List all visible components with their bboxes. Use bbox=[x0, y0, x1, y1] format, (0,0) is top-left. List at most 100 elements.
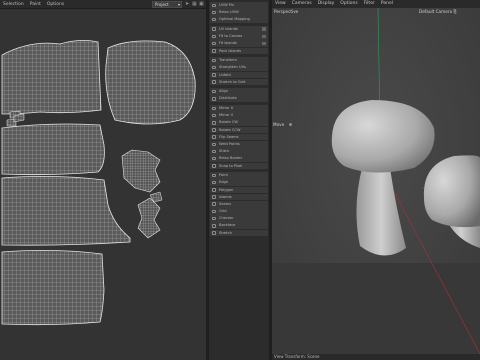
unfold-icon bbox=[212, 73, 216, 77]
tool-group: Point Edge Polygon Islands Seams Grid Ch… bbox=[210, 172, 268, 237]
tool-button[interactable]: Edge bbox=[210, 179, 268, 186]
tool-button[interactable]: Backface bbox=[210, 222, 268, 230]
snap-icon bbox=[212, 164, 216, 168]
menu-view[interactable]: View bbox=[272, 0, 289, 8]
tool-button[interactable]: Grid bbox=[210, 208, 268, 215]
pin-icon bbox=[212, 3, 216, 8]
flip-icon bbox=[212, 135, 216, 139]
distribute-icon bbox=[212, 96, 216, 101]
tool-button[interactable]: Fit to Canvas bbox=[210, 33, 268, 40]
camera-icon: ⎘ bbox=[453, 9, 457, 14]
menu-paint[interactable]: Paint bbox=[27, 0, 44, 8]
mirror-v-icon bbox=[212, 113, 216, 118]
option-checkbox[interactable] bbox=[262, 41, 266, 46]
perspective-label[interactable]: Perspective bbox=[274, 9, 298, 14]
tool-group: Mirror U Mirror V Rotate CW Rotate CCW F… bbox=[210, 105, 268, 170]
weld-icon bbox=[212, 142, 216, 147]
menu-options[interactable]: Options bbox=[337, 0, 360, 8]
uv-editor-panel: Selection Paint Options Project ➤ ▦ ▣ bbox=[0, 0, 206, 360]
tool-group: UV Islands Fit to Canvas Fit Islands Pac… bbox=[210, 25, 268, 55]
tool-button[interactable]: UV Islands bbox=[210, 25, 268, 33]
tool-button[interactable]: Snap to Pixel bbox=[210, 162, 268, 170]
mapping-icon bbox=[212, 17, 216, 22]
viewport-panel: View Cameras Display Options Filter Pane… bbox=[272, 0, 480, 360]
grid-icon[interactable]: ▦ bbox=[192, 1, 197, 7]
border-icon bbox=[212, 156, 216, 161]
uv-island bbox=[1, 123, 105, 176]
rotate-cw-icon bbox=[212, 120, 216, 125]
point-icon bbox=[212, 173, 216, 178]
uv-toolbar-icons: ➤ ▦ ▣ bbox=[185, 1, 204, 7]
menu-panel[interactable]: Panel bbox=[378, 0, 396, 8]
transform-icon bbox=[212, 58, 216, 63]
move-label: Move ⊕ bbox=[273, 122, 292, 127]
tool-button[interactable]: Weld Points bbox=[210, 141, 268, 148]
menu-display[interactable]: Display bbox=[315, 0, 338, 8]
pin-icon: ⊕ bbox=[288, 122, 293, 127]
tool-button[interactable]: Transform bbox=[210, 57, 268, 64]
uv-canvas[interactable] bbox=[0, 10, 206, 360]
fit-icon bbox=[212, 34, 216, 39]
tool-button[interactable]: Point bbox=[210, 172, 268, 179]
tool-button[interactable]: Relax UVW bbox=[210, 9, 268, 16]
tool-button[interactable]: Rotate CW bbox=[210, 119, 268, 127]
islands-icon bbox=[212, 27, 216, 32]
uv-island bbox=[1, 40, 102, 115]
tool-group: UVW Pin Relax UVW Optimal Mapping bbox=[210, 2, 268, 23]
tool-button[interactable]: Stretch bbox=[210, 229, 268, 237]
polygon-icon bbox=[212, 188, 216, 192]
tool-button[interactable]: Optimal Mapping bbox=[210, 16, 268, 23]
viewport-canvas[interactable] bbox=[272, 8, 480, 354]
tool-group: Transform Straighten UVs Unfold Stretch … bbox=[210, 57, 268, 86]
align-icon bbox=[212, 89, 216, 94]
menu-filter[interactable]: Filter bbox=[361, 0, 378, 8]
stretch-display-icon bbox=[212, 231, 216, 235]
menu-selection[interactable]: Selection bbox=[0, 0, 27, 8]
menu-cameras[interactable]: Cameras bbox=[289, 0, 315, 8]
tool-button[interactable]: Fit Islands bbox=[210, 40, 268, 47]
tool-button[interactable]: Polygon bbox=[210, 186, 268, 194]
tool-button[interactable]: Mirror U bbox=[210, 105, 268, 112]
stretch-icon bbox=[212, 80, 216, 84]
move-label-text: Move bbox=[273, 122, 285, 127]
tool-button[interactable]: Align bbox=[210, 88, 268, 95]
display-mode-dropdown[interactable]: Project bbox=[152, 1, 182, 8]
arrow-icon[interactable]: ➤ bbox=[185, 1, 190, 7]
option-checkbox[interactable] bbox=[262, 27, 266, 32]
view-transform-label: View Transform: Scene bbox=[272, 354, 480, 360]
tool-button[interactable]: Straighten UVs bbox=[210, 64, 268, 71]
tool-button[interactable]: Stretch to Grid bbox=[210, 78, 268, 86]
tool-button[interactable]: Rotate CCW bbox=[210, 126, 268, 134]
tool-button[interactable]: UVW Pin bbox=[210, 2, 268, 9]
uv-tool-panel: UVW Pin Relax UVW Optimal Mapping UV Isl… bbox=[209, 0, 269, 360]
tool-button[interactable]: Relax Border bbox=[210, 155, 268, 162]
backface-icon bbox=[212, 223, 216, 228]
tool-button[interactable]: Seams bbox=[210, 200, 268, 208]
camera-label-text: Default Camera bbox=[419, 9, 453, 14]
tool-button[interactable]: Checker bbox=[210, 215, 268, 222]
menu-options[interactable]: Options bbox=[44, 0, 67, 8]
lock-icon[interactable]: ▣ bbox=[199, 1, 204, 7]
mirror-u-icon bbox=[212, 106, 216, 111]
tool-button[interactable]: Stitch bbox=[210, 148, 268, 155]
tool-button[interactable]: Pack Islands bbox=[210, 47, 268, 55]
tool-button[interactable]: Islands bbox=[210, 193, 268, 201]
camera-label[interactable]: Default Camera ⎘ bbox=[419, 9, 457, 14]
uv-island bbox=[1, 250, 105, 326]
stitch-icon bbox=[212, 149, 216, 154]
tool-button[interactable]: Distribute bbox=[210, 95, 268, 103]
tool-button[interactable]: Mirror V bbox=[210, 112, 268, 119]
seams-icon bbox=[212, 202, 216, 206]
checker-icon bbox=[212, 216, 216, 221]
edge-icon bbox=[212, 180, 216, 185]
tool-group: Align Distribute bbox=[210, 88, 268, 103]
tool-button[interactable]: Unfold bbox=[210, 71, 268, 79]
uv-island bbox=[105, 40, 196, 125]
tool-button[interactable]: Flip Seams bbox=[210, 133, 268, 141]
rotate-ccw-icon bbox=[212, 128, 216, 132]
fit-islands-icon bbox=[212, 41, 216, 46]
straighten-icon bbox=[212, 65, 216, 70]
pack-icon bbox=[212, 49, 216, 53]
option-checkbox[interactable] bbox=[262, 34, 266, 39]
islands-mode-icon bbox=[212, 195, 216, 199]
